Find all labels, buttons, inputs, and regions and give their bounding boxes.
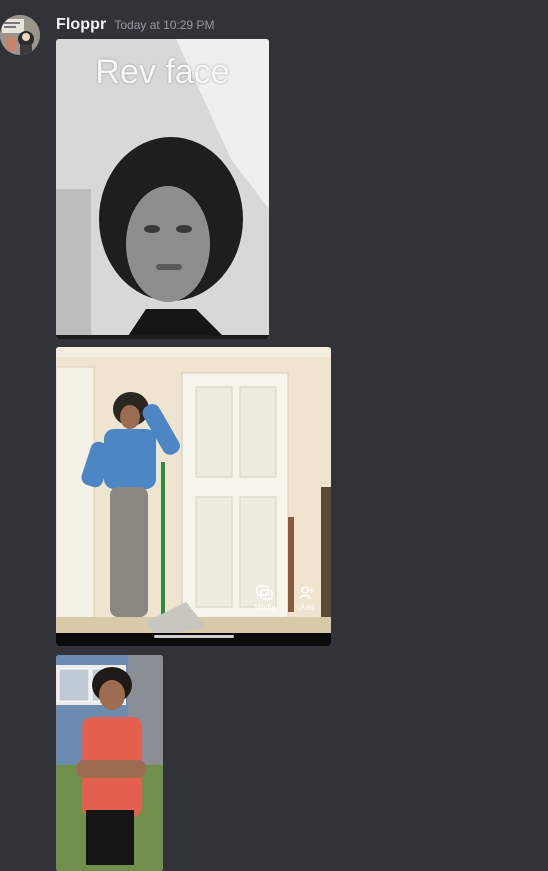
standing-photo-image xyxy=(56,347,331,646)
add-label: Add xyxy=(299,603,315,612)
username[interactable]: Floppr xyxy=(56,16,106,34)
outdoor-photo-image xyxy=(56,655,163,871)
media-label: Media xyxy=(254,603,276,612)
avatar-image xyxy=(0,15,40,55)
add-person-icon xyxy=(299,586,314,600)
media-button[interactable]: Media xyxy=(254,585,276,612)
image-attachment-2[interactable]: Media Add xyxy=(56,347,331,646)
image-attachment-1[interactable]: Rev face xyxy=(56,39,269,339)
overlay-caption: Rev face xyxy=(95,53,230,91)
avatar[interactable] xyxy=(0,15,40,55)
timestamp: Today at 10:29 PM xyxy=(114,18,215,32)
media-icon xyxy=(256,585,273,600)
message-header: Floppr Today at 10:29 PM xyxy=(56,16,214,36)
add-button[interactable]: Add xyxy=(299,585,315,612)
image-attachment-3[interactable] xyxy=(56,655,163,871)
home-indicator xyxy=(154,635,234,638)
